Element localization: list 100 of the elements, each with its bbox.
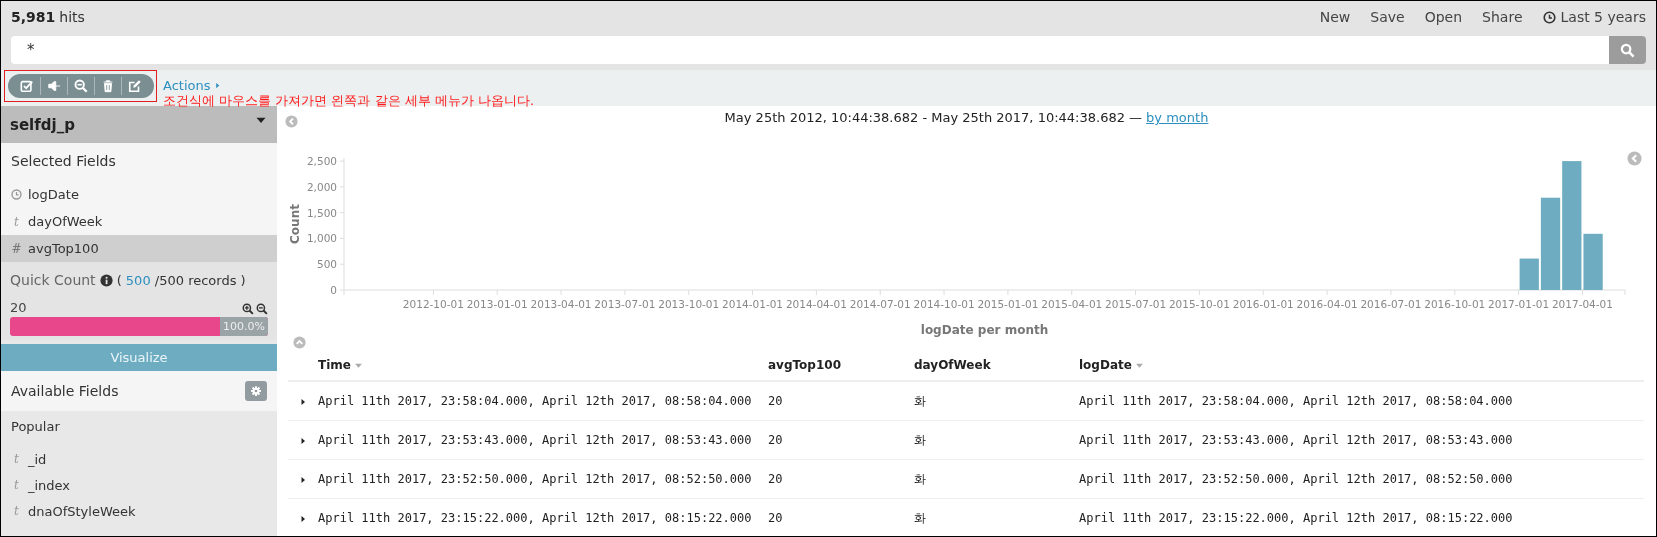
clock-icon xyxy=(11,189,22,200)
axis-tick-label: 2014-01-01 xyxy=(722,298,784,310)
settings-icon xyxy=(250,385,262,397)
axis-tick-label: 2012-10-01 xyxy=(402,298,464,310)
axis-tick-label: 2013-07-01 xyxy=(594,298,656,310)
field-name: _id xyxy=(28,451,47,467)
type-icon: # xyxy=(11,241,22,256)
value-label: 20 xyxy=(10,300,27,315)
axis-tick-label: 2016-01-01 xyxy=(1232,298,1294,310)
index-pattern-name: selfdj_p xyxy=(10,115,75,134)
info-icon xyxy=(99,273,113,287)
table-cell: 화 xyxy=(914,420,1079,460)
axis-tick-label: 2,000 xyxy=(306,180,337,193)
axis-title: Count xyxy=(288,204,302,244)
axis-tick-label: 2016-04-01 xyxy=(1296,298,1358,310)
axis-tick-label: 2017-01-01 xyxy=(1488,298,1550,310)
clock-icon xyxy=(1542,10,1556,24)
type-icon: t xyxy=(11,452,22,466)
axis-title: logDate per month xyxy=(920,323,1049,337)
search-icon xyxy=(1620,42,1635,58)
table-cell: April 11th 2017, 23:58:04.000, April 12th 2017, 08:58:04.000 xyxy=(1079,381,1644,421)
field-name: dayOfWeek xyxy=(28,214,103,229)
axis-tick-label: 2016-10-01 xyxy=(1424,298,1486,310)
menu-link[interactable]: Open xyxy=(1424,9,1463,25)
axis-tick-label: 2016-07-01 xyxy=(1360,298,1422,310)
type-icon: t xyxy=(11,214,22,229)
table-cell: 화 xyxy=(914,381,1079,421)
axis-tick-label: 2017-04-01 xyxy=(1551,298,1613,310)
table-cell: April 11th 2017, 23:15:22.000, April 12th 2017, 08:15:22.000 xyxy=(1079,498,1644,536)
caret-icon xyxy=(213,81,221,90)
axis-tick-label: 2013-04-01 xyxy=(530,298,592,310)
axis-tick-label: 2,500 xyxy=(306,155,337,168)
trash-icon xyxy=(101,79,115,93)
axis-tick-label: 2014-10-01 xyxy=(913,298,975,310)
column-header[interactable]: Time xyxy=(318,358,363,372)
table-cell: 화 xyxy=(914,498,1079,536)
collapse-icon[interactable] xyxy=(1627,151,1642,166)
index-pattern-header[interactable]: selfdj_p xyxy=(1,106,277,143)
type-icon: t xyxy=(11,504,22,518)
axis-tick-label: 2015-01-01 xyxy=(977,298,1039,310)
record-count: ( 500 /500 records ) xyxy=(116,272,246,288)
field-name: dnaOfStyleWeek xyxy=(28,503,136,519)
axis-tick-label: 2014-04-01 xyxy=(785,298,847,310)
zoom-out-icon[interactable] xyxy=(256,303,268,315)
percent-label: 100.0% xyxy=(220,317,268,336)
expand-icon[interactable] xyxy=(299,436,307,445)
column-header[interactable]: logDate xyxy=(1079,358,1144,372)
axis-tick-label: 2015-04-01 xyxy=(1041,298,1103,310)
axis-tick-label: 0 xyxy=(330,284,337,296)
table-cell: April 11th 2017, 23:52:50.000, April 12th 2017, 08:52:50.000 xyxy=(318,459,768,499)
search-field[interactable]: * xyxy=(11,36,1609,64)
menu-link[interactable]: Share xyxy=(1482,9,1523,25)
expand-icon[interactable] xyxy=(299,475,307,484)
axis-tick-label: 1,500 xyxy=(306,206,337,219)
table-cell: 화 xyxy=(914,459,1079,499)
axis-tick-label: 500 xyxy=(316,258,337,271)
field-name: _index xyxy=(28,477,71,493)
table-cell: 20 xyxy=(768,459,914,499)
section-title: Available Fields xyxy=(11,383,119,399)
axis-tick-label: 2013-10-01 xyxy=(658,298,720,310)
table-cell: April 11th 2017, 23:52:50.000, April 12th 2017, 08:52:50.000 xyxy=(1079,459,1644,499)
axis-tick-label: 1,000 xyxy=(306,232,337,245)
column-header[interactable]: avgTop100 xyxy=(768,358,841,372)
menu-link[interactable]: Save xyxy=(1370,9,1405,25)
time-range-text: May 25th 2012, 10:44:38.682 - May 25th 2017, 10:44:38.682 — xyxy=(724,110,1143,125)
axis-tick-label: 2013-01-01 xyxy=(466,298,528,310)
hits-label: hits xyxy=(59,9,85,25)
type-icon: t xyxy=(11,478,22,492)
annotation-text: 조건식에 마우스를 가져가면 왼쪽과 같은 세부 메뉴가 나옵니다. xyxy=(163,93,535,109)
table-cell: 20 xyxy=(768,420,914,460)
edit-icon xyxy=(128,79,142,93)
section-title: Selected Fields xyxy=(1,143,277,181)
table-cell: April 11th 2017, 23:15:22.000, April 12th 2017, 08:15:22.000 xyxy=(318,498,768,536)
axis-tick-label: 2014-07-01 xyxy=(849,298,911,310)
menu-link[interactable]: New xyxy=(1319,9,1351,25)
zoom-in-icon[interactable] xyxy=(242,303,254,315)
column-header[interactable]: dayOfWeek xyxy=(914,358,991,372)
quick-count-label: Quick Count xyxy=(10,272,96,288)
collapse-icon[interactable] xyxy=(293,336,306,349)
axis-tick-label: 2015-07-01 xyxy=(1105,298,1167,310)
table-cell: April 11th 2017, 23:53:43.000, April 12th 2017, 08:53:43.000 xyxy=(318,420,768,460)
settings-button[interactable] xyxy=(245,381,267,401)
expand-icon[interactable] xyxy=(299,397,307,406)
hits-count: 5,981 xyxy=(11,9,56,25)
search-button[interactable] xyxy=(1609,36,1646,64)
table-cell: April 11th 2017, 23:58:04.000, April 12th 2017, 08:58:04.000 xyxy=(318,381,768,421)
checkbox-icon xyxy=(20,79,34,93)
field-name: avgTop100 xyxy=(28,241,99,256)
section-title: Popular xyxy=(10,419,61,436)
field-name: logDate xyxy=(28,187,79,202)
time-range-link[interactable]: Last 5 years xyxy=(1542,9,1646,25)
zoom-out-icon xyxy=(74,79,88,93)
expand-icon[interactable] xyxy=(299,514,307,523)
axis-tick-label: 2015-10-01 xyxy=(1168,298,1230,310)
table-cell: 20 xyxy=(768,498,914,536)
table-cell: April 11th 2017, 23:53:43.000, April 12th 2017, 08:53:43.000 xyxy=(1079,420,1644,460)
field-item[interactable]: # avgTop100 xyxy=(1,235,277,262)
collapse-icon[interactable] xyxy=(285,115,298,128)
interval-link[interactable]: by month xyxy=(1146,110,1209,125)
table-cell: 20 xyxy=(768,381,914,421)
